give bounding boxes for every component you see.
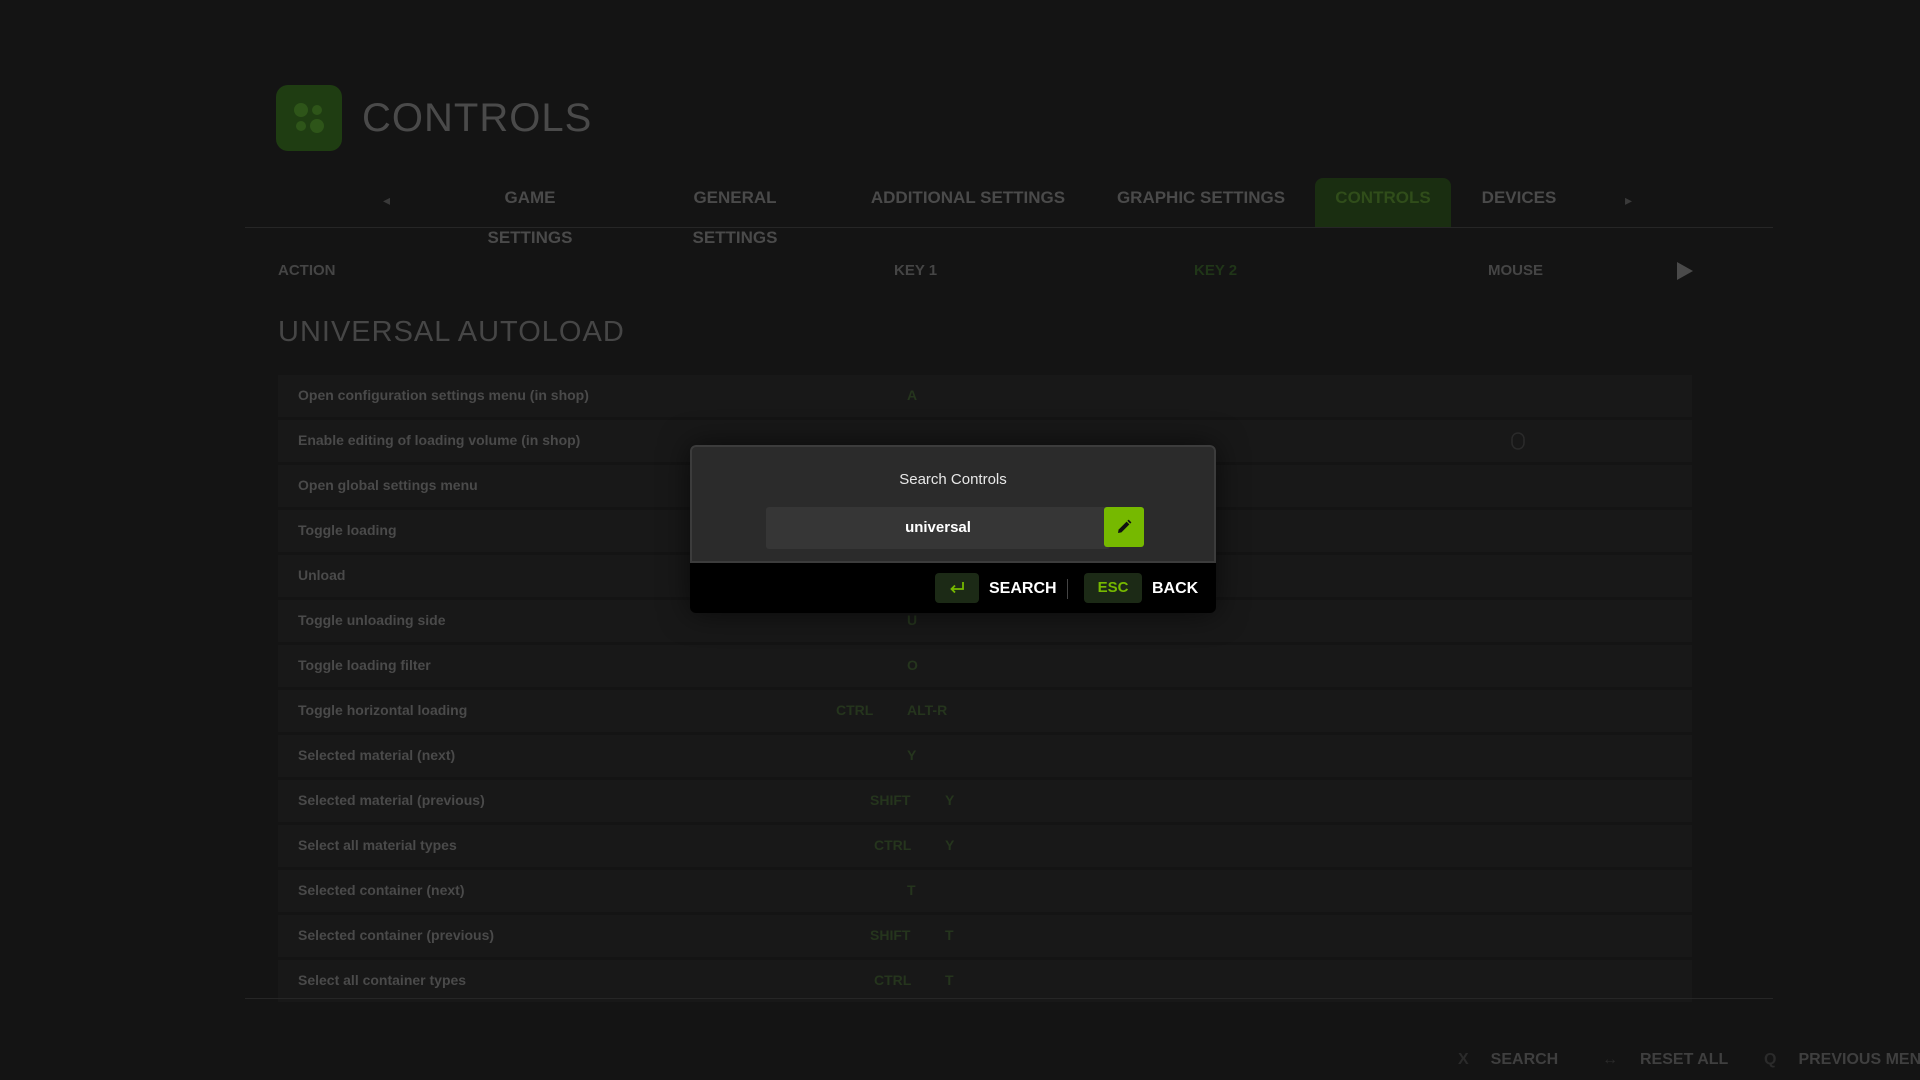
key1-binding[interactable]: Y bbox=[945, 792, 954, 808]
tab-general-settings[interactable]: GENERAL SETTINGS bbox=[650, 178, 820, 247]
footer-label: PREVIOUS MENU bbox=[1798, 1051, 1920, 1068]
row-label: Unload bbox=[298, 567, 346, 583]
table-row[interactable]: Open configuration settings menu (in sho… bbox=[278, 375, 1692, 417]
column-key1: KEY 1 bbox=[894, 262, 938, 279]
enter-key-badge[interactable] bbox=[935, 573, 979, 603]
key1-binding[interactable]: O bbox=[907, 657, 918, 673]
key1-modifier[interactable]: CTRL bbox=[874, 837, 911, 853]
row-label: Select all container types bbox=[298, 972, 467, 988]
table-row[interactable]: Toggle horizontal loading CTRL ALT-R bbox=[278, 690, 1692, 732]
row-label: Open configuration settings menu (in sho… bbox=[298, 387, 589, 403]
row-label: Toggle unloading side bbox=[298, 612, 446, 628]
footer-label: SEARCH bbox=[1490, 1051, 1559, 1068]
column-mouse: MOUSE bbox=[1488, 262, 1544, 279]
settings-tabs: ◂ GAME SETTINGS GENERAL SETTINGS ADDITIO… bbox=[0, 178, 1920, 247]
search-button[interactable]: SEARCH bbox=[989, 580, 1057, 598]
footer-previous-menu[interactable]: Q PREVIOUS MENU bbox=[1764, 1051, 1920, 1069]
search-dialog-title: Search Controls bbox=[899, 471, 1007, 488]
key1-modifier[interactable]: CTRL bbox=[836, 702, 873, 718]
enter-icon bbox=[950, 582, 964, 594]
footer-reset-all[interactable]: ↔ RESET ALL bbox=[1602, 1051, 1728, 1069]
back-button[interactable]: BACK bbox=[1152, 580, 1198, 598]
search-input[interactable] bbox=[766, 507, 1110, 549]
row-label: Selected material (next) bbox=[298, 747, 456, 763]
list-divider bbox=[245, 998, 1773, 999]
tab-additional-settings[interactable]: ADDITIONAL SETTINGS bbox=[868, 178, 1068, 228]
footer-key: X bbox=[1458, 1051, 1469, 1068]
key1-binding[interactable]: U bbox=[907, 612, 917, 628]
table-row[interactable]: Selected container (next) T bbox=[278, 870, 1692, 912]
tab-controls[interactable]: CONTROLS bbox=[1315, 178, 1451, 228]
chevron-left-icon[interactable]: ◂ bbox=[383, 192, 390, 209]
key1-binding[interactable]: ALT-R bbox=[907, 702, 947, 718]
table-row[interactable]: Select all container types CTRL T bbox=[278, 960, 1692, 1002]
search-dialog-body: Search Controls bbox=[690, 445, 1216, 563]
column-action: ACTION bbox=[278, 262, 336, 279]
row-label: Selected material (previous) bbox=[298, 792, 485, 808]
key1-modifier[interactable]: CTRL bbox=[874, 972, 911, 988]
key1-binding[interactable]: Y bbox=[907, 747, 916, 763]
row-label: Selected container (previous) bbox=[298, 927, 495, 943]
action-separator bbox=[1067, 579, 1068, 599]
table-row[interactable]: Toggle loading filter O bbox=[278, 645, 1692, 687]
tab-divider bbox=[245, 227, 1773, 228]
key1-modifier[interactable]: SHIFT bbox=[870, 927, 910, 943]
search-dialog: Search Controls SEARCH ESC BACK bbox=[690, 445, 1216, 613]
tab-game-settings[interactable]: GAME SETTINGS bbox=[460, 178, 600, 247]
page-title: CONTROLS bbox=[362, 96, 593, 140]
key1-binding[interactable]: A bbox=[907, 387, 917, 403]
key1-binding[interactable]: Y bbox=[945, 837, 954, 853]
esc-key-badge[interactable]: ESC bbox=[1084, 573, 1142, 603]
row-label: Toggle loading bbox=[298, 522, 397, 538]
table-row[interactable]: Selected material (previous) SHIFT Y bbox=[278, 780, 1692, 822]
controls-logo-icon bbox=[276, 85, 342, 151]
table-row[interactable]: Selected container (previous) SHIFT T bbox=[278, 915, 1692, 957]
key1-modifier[interactable]: SHIFT bbox=[870, 792, 910, 808]
tab-devices[interactable]: DEVICES bbox=[1478, 178, 1560, 228]
key1-binding[interactable]: T bbox=[907, 882, 916, 898]
section-title: UNIVERSAL AUTOLOAD bbox=[278, 316, 625, 348]
key1-binding[interactable]: T bbox=[945, 972, 954, 988]
footer-key: Q bbox=[1764, 1051, 1777, 1068]
footer-search[interactable]: X SEARCH bbox=[1458, 1051, 1558, 1069]
footer-label: RESET ALL bbox=[1640, 1051, 1729, 1068]
table-row[interactable]: Selected material (next) Y bbox=[278, 735, 1692, 777]
key1-binding[interactable]: T bbox=[945, 927, 954, 943]
footer-key: ↔ bbox=[1602, 1051, 1618, 1068]
search-dialog-actions: SEARCH ESC BACK bbox=[690, 563, 1216, 613]
column-key2: KEY 2 bbox=[1194, 262, 1238, 279]
table-row[interactable]: Select all material types CTRL Y bbox=[278, 825, 1692, 867]
pencil-icon bbox=[1118, 519, 1132, 533]
row-label: Toggle loading filter bbox=[298, 657, 431, 673]
row-label: Enable editing of loading volume (in sho… bbox=[298, 432, 581, 448]
mouse-icon bbox=[1510, 432, 1526, 455]
edit-button[interactable] bbox=[1104, 507, 1144, 547]
row-label: Open global settings menu bbox=[298, 477, 478, 493]
row-label: Selected container (next) bbox=[298, 882, 465, 898]
chevron-right-icon[interactable]: ▸ bbox=[1625, 192, 1632, 209]
tab-graphic-settings[interactable]: GRAPHIC SETTINGS bbox=[1115, 178, 1287, 228]
row-label: Select all material types bbox=[298, 837, 457, 853]
play-icon[interactable] bbox=[1676, 261, 1694, 281]
row-label: Toggle horizontal loading bbox=[298, 702, 468, 718]
